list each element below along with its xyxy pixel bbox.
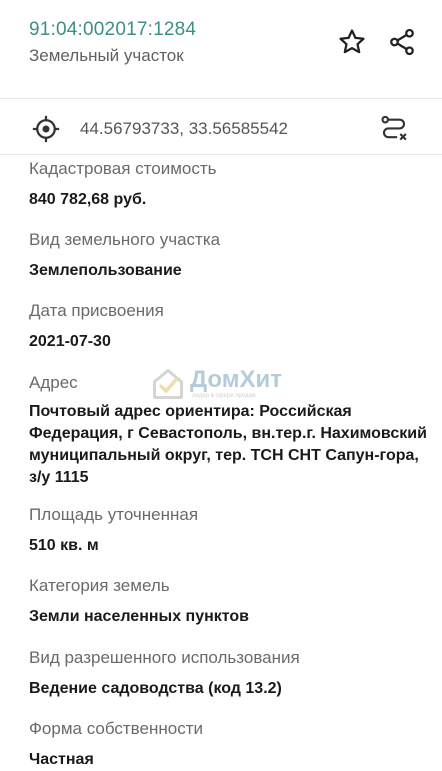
coordinates-row: 44.56793733, 33.56585542 [0,104,442,152]
field-value: Ведение садоводства (код 13.2) [29,680,282,697]
field-label: Адрес [29,373,78,392]
field-label: Дата присвоения [29,301,164,320]
field-value: 840 782,68 руб. [29,191,147,208]
cadastral-number: 91:04:002017:1284 [29,19,197,40]
route-icon [381,115,407,141]
field-value: 2021-07-30 [29,333,111,350]
field-land-kind: Вид земельного участка Землепользование [29,229,434,282]
share-button[interactable] [384,24,420,60]
field-permitted-use: Вид разрешенного использования Ведение с… [29,647,434,700]
locate-button[interactable] [30,113,62,145]
header: 91:04:002017:1284 Земельный участок [0,0,442,98]
object-type: Земельный участок [29,46,184,65]
favorite-button[interactable] [334,24,370,60]
field-label: Категория земель [29,576,170,595]
field-value: Земли населенных пунктов [29,608,250,625]
star-outline-icon [339,29,365,54]
field-label: Кадастровая стоимость [29,159,217,178]
field-address: Адрес Почтовый адрес ориентира: Российск… [29,372,434,489]
field-area: Площадь уточненная 510 кв. м [29,504,434,557]
route-button[interactable] [378,113,410,145]
field-value: Частная [29,751,94,768]
share-icon [390,28,414,56]
crosshair-target-icon [32,115,60,143]
coordinates-value[interactable]: 44.56793733, 33.56585542 [80,119,288,139]
field-value: Землепользование [29,262,182,279]
field-value: Почтовый адрес ориентира: Российская Фед… [29,403,427,486]
field-value: 510 кв. м [29,537,99,554]
field-ownership: Форма собственности Частная [29,718,434,771]
field-land-category: Категория земель Земли населенных пункто… [29,575,434,628]
field-label: Форма собственности [29,719,203,738]
field-label: Вид земельного участка [29,230,221,249]
field-label: Вид разрешенного использования [29,648,300,667]
header-divider [0,98,442,99]
field-cadastral-cost: Кадастровая стоимость 840 782,68 руб. [29,158,434,211]
coordinates-divider [0,154,442,155]
field-label: Площадь уточненная [29,505,199,524]
field-assign-date: Дата присвоения 2021-07-30 [29,300,434,353]
